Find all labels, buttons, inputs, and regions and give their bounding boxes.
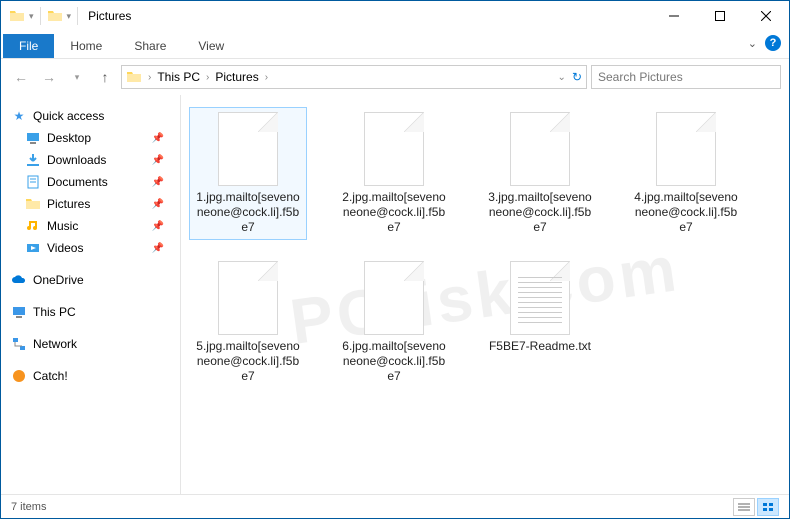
sidebar-this-pc[interactable]: This PC: [5, 301, 176, 323]
sidebar-item-videos[interactable]: Videos📌: [5, 237, 176, 259]
file-icon: [364, 261, 424, 335]
ribbon: File Home Share View ⌄ ?: [1, 31, 789, 59]
window-title: Pictures: [80, 9, 651, 23]
file-item[interactable]: 5.jpg.mailto[sevenoneone@cock.li].f5be7: [189, 256, 307, 389]
sidebar-item-pictures[interactable]: Pictures📌: [5, 193, 176, 215]
item-count: 7 items: [11, 501, 46, 513]
folder-icon: [126, 69, 142, 85]
large-icons-view-button[interactable]: [757, 498, 779, 516]
file-icon: [364, 112, 424, 186]
sidebar-quick-access[interactable]: ★ Quick access: [5, 105, 176, 127]
sidebar-item-music[interactable]: Music📌: [5, 215, 176, 237]
music-icon: [25, 218, 41, 234]
file-name: 1.jpg.mailto[sevenoneone@cock.li].f5be7: [194, 190, 302, 235]
status-bar: 7 items: [1, 494, 789, 518]
explorer-window: ▾ ▾ Pictures File Home Share View ⌄ ? ← …: [0, 0, 790, 519]
sidebar-onedrive[interactable]: OneDrive: [5, 269, 176, 291]
pictures-icon: [25, 196, 41, 212]
expand-ribbon-icon[interactable]: ⌄: [748, 37, 757, 50]
sidebar-network[interactable]: Network: [5, 333, 176, 355]
pin-icon: 📌: [152, 199, 172, 210]
details-view-button[interactable]: [733, 498, 755, 516]
videos-icon: [25, 240, 41, 256]
quick-access-toolbar: ▾ ▾: [1, 7, 80, 25]
tab-home[interactable]: Home: [54, 34, 118, 58]
pin-icon: 📌: [152, 221, 172, 232]
search-input[interactable]: Search Pictures: [591, 65, 781, 89]
navbar: ← → ▾ ↑ › This PC › Pictures › ⌄ ↻ Searc…: [1, 59, 789, 95]
pc-icon: [11, 304, 27, 320]
file-item[interactable]: 1.jpg.mailto[sevenoneone@cock.li].f5be7: [189, 107, 307, 240]
file-icon: [218, 112, 278, 186]
file-name: 5.jpg.mailto[sevenoneone@cock.li].f5be7: [194, 339, 302, 384]
chevron-right-icon[interactable]: ›: [148, 72, 151, 83]
file-name: 6.jpg.mailto[sevenoneone@cock.li].f5be7: [340, 339, 448, 384]
breadcrumb[interactable]: Pictures: [215, 70, 258, 84]
file-name: 2.jpg.mailto[sevenoneone@cock.li].f5be7: [340, 190, 448, 235]
file-item[interactable]: 2.jpg.mailto[sevenoneone@cock.li].f5be7: [335, 107, 453, 240]
window-controls: [651, 1, 789, 31]
chevron-down-icon[interactable]: ▾: [67, 11, 72, 22]
back-button[interactable]: ←: [9, 65, 33, 89]
folder-icon: [9, 8, 25, 24]
file-item[interactable]: 3.jpg.mailto[sevenoneone@cock.li].f5be7: [481, 107, 599, 240]
file-name: 4.jpg.mailto[sevenoneone@cock.li].f5be7: [632, 190, 740, 235]
chevron-right-icon[interactable]: ›: [206, 72, 209, 83]
forward-button[interactable]: →: [37, 65, 61, 89]
chevron-down-icon[interactable]: ⌄: [558, 72, 566, 83]
close-button[interactable]: [743, 1, 789, 31]
file-item[interactable]: 4.jpg.mailto[sevenoneone@cock.li].f5be7: [627, 107, 745, 240]
downloads-icon: [25, 152, 41, 168]
titlebar: ▾ ▾ Pictures: [1, 1, 789, 31]
file-icon: [218, 261, 278, 335]
star-icon: ★: [11, 108, 27, 124]
help-icon[interactable]: ?: [765, 35, 781, 51]
tab-share[interactable]: Share: [118, 34, 182, 58]
network-icon: [11, 336, 27, 352]
sidebar-item-documents[interactable]: Documents📌: [5, 171, 176, 193]
minimize-button[interactable]: [651, 1, 697, 31]
breadcrumb[interactable]: This PC: [157, 70, 200, 84]
recent-locations-icon[interactable]: ▾: [65, 65, 89, 89]
refresh-icon[interactable]: ↻: [572, 70, 582, 84]
file-name: F5BE7-Readme.txt: [489, 339, 591, 354]
pin-icon: 📌: [152, 177, 172, 188]
sidebar: ★ Quick access Desktop📌Downloads📌Documen…: [1, 95, 181, 494]
maximize-button[interactable]: [697, 1, 743, 31]
cloud-icon: [11, 272, 27, 288]
catch-icon: [11, 368, 27, 384]
folder-icon[interactable]: [47, 8, 63, 24]
file-item[interactable]: F5BE7-Readme.txt: [481, 256, 599, 389]
up-button[interactable]: ↑: [93, 65, 117, 89]
pin-icon: 📌: [152, 133, 172, 144]
chevron-down-icon[interactable]: ▾: [29, 11, 34, 22]
documents-icon: [25, 174, 41, 190]
pin-icon: 📌: [152, 243, 172, 254]
sidebar-catch[interactable]: Catch!: [5, 365, 176, 387]
tab-view[interactable]: View: [182, 34, 240, 58]
chevron-right-icon[interactable]: ›: [265, 72, 268, 83]
pin-icon: 📌: [152, 155, 172, 166]
file-tab[interactable]: File: [3, 34, 54, 58]
file-icon: [510, 112, 570, 186]
file-item[interactable]: 6.jpg.mailto[sevenoneone@cock.li].f5be7: [335, 256, 453, 389]
address-bar[interactable]: › This PC › Pictures › ⌄ ↻: [121, 65, 587, 89]
sidebar-item-downloads[interactable]: Downloads📌: [5, 149, 176, 171]
file-icon: [510, 261, 570, 335]
search-placeholder: Search Pictures: [598, 70, 683, 84]
file-icon: [656, 112, 716, 186]
sidebar-item-desktop[interactable]: Desktop📌: [5, 127, 176, 149]
file-pane[interactable]: PCrisk.com 1.jpg.mailto[sevenoneone@cock…: [181, 95, 789, 494]
file-name: 3.jpg.mailto[sevenoneone@cock.li].f5be7: [486, 190, 594, 235]
desktop-icon: [25, 130, 41, 146]
